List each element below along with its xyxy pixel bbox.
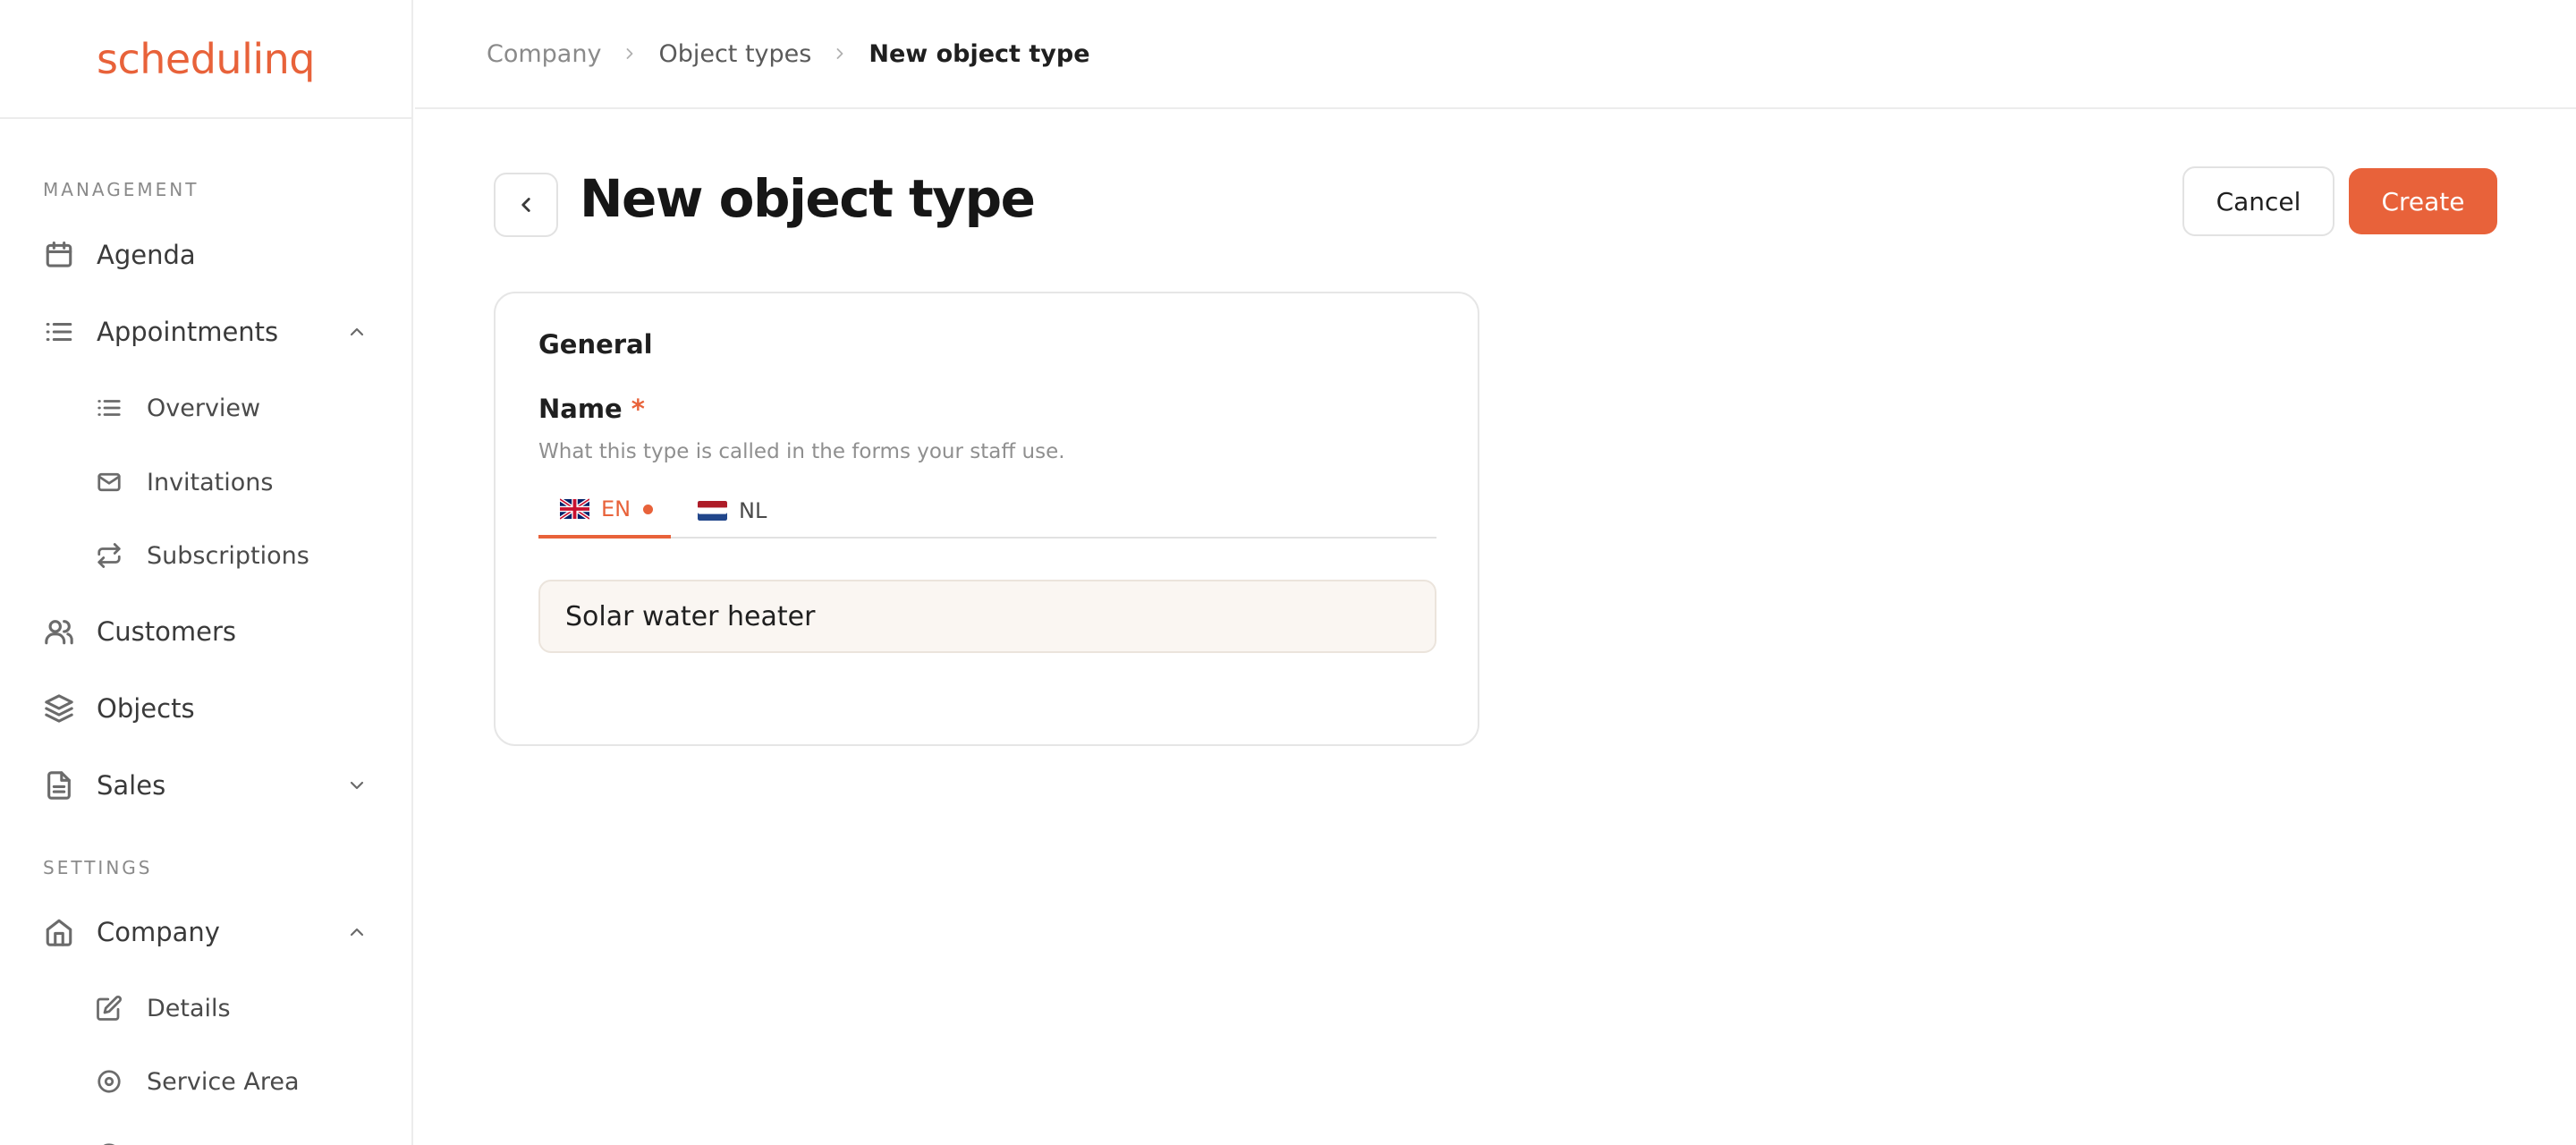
sidebar-item-label: Agenda [97, 240, 196, 270]
users-icon [41, 614, 77, 649]
breadcrumb-item-company[interactable]: Company [487, 40, 601, 68]
home-icon [41, 914, 77, 950]
language-tabs: EN NL [538, 483, 1436, 539]
sidebar-item-invitations[interactable]: Invitations [0, 450, 411, 514]
target-icon [93, 1065, 125, 1098]
chevron-down-icon[interactable] [343, 771, 371, 800]
circle-icon [93, 1139, 125, 1145]
chevron-right-icon [831, 45, 849, 63]
name-input[interactable] [538, 580, 1436, 653]
tab-language-nl[interactable]: NL [687, 483, 767, 539]
name-label-text: Name [538, 394, 623, 424]
page-title: New object type [580, 168, 1036, 229]
sidebar-item-details[interactable]: Details [0, 976, 411, 1040]
sidebar-item-label: Customers [97, 616, 236, 647]
nl-flag-icon [698, 501, 727, 521]
tab-language-en[interactable]: EN [538, 483, 671, 539]
sidebar-item-subscriptions[interactable]: Subscriptions [0, 523, 411, 588]
create-button[interactable]: Create [2349, 168, 2497, 234]
name-field-help: What this type is called in the forms yo… [538, 440, 1065, 463]
sidebar: schedulinq MANAGEMENT Agenda Appointment… [0, 0, 413, 1145]
sidebar-item-label: Invitations [147, 468, 274, 496]
chevron-right-icon [621, 45, 639, 63]
section-label-settings: SETTINGS [43, 857, 153, 878]
card-title: General [538, 329, 653, 360]
chevron-up-icon[interactable] [343, 918, 371, 946]
layers-icon [41, 691, 77, 726]
sidebar-item-overview[interactable]: Overview [0, 376, 411, 440]
chevron-up-icon[interactable] [343, 318, 371, 346]
sidebar-item-customers[interactable]: Customers [0, 599, 411, 664]
tab-label: NL [739, 498, 767, 523]
sidebar-item-label: Subscriptions [147, 541, 309, 570]
sidebar-item-sales[interactable]: Sales [0, 753, 411, 818]
calendar-icon [41, 237, 77, 273]
sidebar-item-label: Company [97, 917, 220, 947]
tab-label: EN [601, 496, 631, 522]
app-logo[interactable]: schedulinq [97, 35, 315, 83]
sidebar-item-label: Sales [97, 770, 166, 801]
sidebar-item-partial[interactable] [0, 1123, 411, 1145]
edit-icon [93, 992, 125, 1024]
sidebar-item-label: Overview [147, 394, 261, 422]
breadcrumb-item-current: New object type [869, 39, 1090, 68]
sidebar-item-appointments[interactable]: Appointments [0, 300, 411, 364]
sidebar-item-company[interactable]: Company [0, 900, 411, 964]
section-label-management: MANAGEMENT [43, 179, 199, 200]
sidebar-item-label: Service Area [147, 1067, 300, 1096]
name-field-label: Name * [538, 394, 645, 424]
sidebar-item-label: Objects [97, 693, 195, 724]
list-icon [93, 392, 125, 424]
logo-area: schedulinq [0, 0, 411, 119]
breadcrumb-item-object-types[interactable]: Object types [658, 40, 811, 68]
sidebar-item-agenda[interactable]: Agenda [0, 223, 411, 287]
active-dot-icon [643, 504, 654, 514]
breadcrumb: Company Object types New object type [415, 0, 2576, 109]
sidebar-item-label: Details [147, 994, 231, 1022]
uk-flag-icon [560, 498, 589, 520]
general-card: General Name * What this type is called i… [494, 292, 1479, 746]
repeat-icon [93, 539, 125, 572]
sidebar-item-label: Appointments [97, 317, 279, 347]
required-mark: * [631, 394, 645, 424]
cancel-button[interactable]: Cancel [2182, 166, 2334, 236]
list-icon [41, 314, 77, 350]
back-button[interactable] [494, 173, 558, 237]
sidebar-item-objects[interactable]: Objects [0, 676, 411, 741]
chevron-left-icon [521, 198, 530, 212]
mail-icon [93, 466, 125, 498]
sidebar-item-service-area[interactable]: Service Area [0, 1049, 411, 1114]
document-icon [41, 768, 77, 803]
